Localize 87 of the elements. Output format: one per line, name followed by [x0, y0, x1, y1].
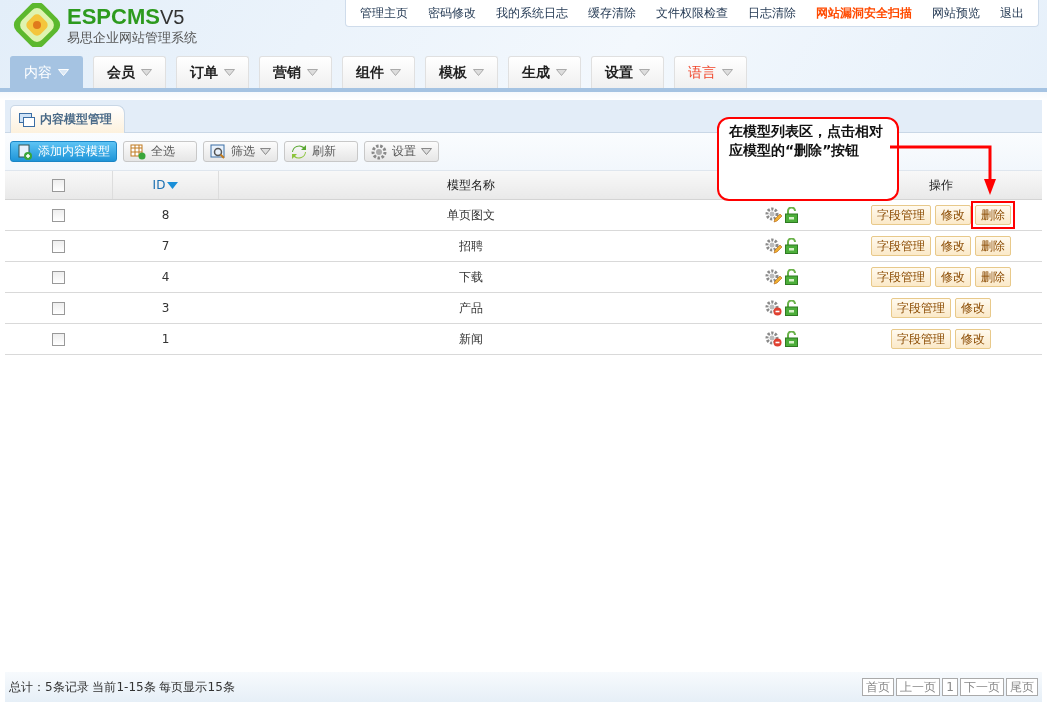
caret-icon — [722, 69, 733, 76]
unlocked-padlock-icon — [785, 331, 798, 347]
sort-down-icon — [167, 181, 179, 189]
top-link[interactable]: 管理主页 — [350, 4, 418, 22]
id-cell: 8 — [161, 208, 170, 222]
nav-tab[interactable]: 生成 — [508, 56, 581, 88]
action-button[interactable]: 修改 — [955, 298, 991, 318]
record-summary: 总计：5条记录 当前1-15条 每页显示15条 — [9, 678, 235, 696]
toolbar-button[interactable]: 刷新 — [284, 141, 358, 162]
row-checkbox[interactable] — [52, 271, 66, 284]
unlocked-padlock-icon — [785, 300, 798, 316]
action-button[interactable]: 字段管理 — [871, 267, 931, 287]
caret-icon — [307, 69, 318, 76]
logo-brand: ESPCMSV5 — [67, 4, 186, 30]
row-checkbox[interactable] — [52, 209, 66, 222]
action-button[interactable]: 修改 — [935, 205, 971, 225]
action-button[interactable]: 修改 — [935, 267, 971, 287]
top-link[interactable]: 退出 — [990, 4, 1034, 22]
id-cell: 7 — [161, 239, 170, 253]
nav-tab[interactable]: 会员 — [93, 56, 166, 88]
action-button[interactable]: 字段管理 — [891, 298, 951, 318]
model-name-cell: 产品 — [458, 300, 483, 315]
pager-button[interactable]: 上一页 — [896, 678, 941, 696]
panel-tab-title: 内容模型管理 — [40, 111, 112, 128]
caret-icon — [639, 69, 650, 76]
nav-tab[interactable]: 营销 — [259, 56, 332, 88]
action-button[interactable]: 修改 — [955, 329, 991, 349]
panel-tab[interactable]: 内容模型管理 — [10, 105, 125, 133]
action-button[interactable]: 字段管理 — [891, 329, 951, 349]
action-button[interactable]: 字段管理 — [871, 236, 931, 256]
action-button[interactable]: 字段管理 — [871, 205, 931, 225]
unlocked-padlock-icon — [785, 238, 798, 254]
model-name-cell: 下载 — [458, 269, 483, 284]
settings-icon — [371, 143, 387, 160]
row-checkbox[interactable] — [52, 302, 66, 315]
row-checkbox[interactable] — [52, 333, 66, 346]
pager-button[interactable]: 尾页 — [1006, 678, 1038, 696]
action-button[interactable]: 删除 — [975, 267, 1011, 287]
toolbar-button[interactable]: 筛选 — [203, 141, 278, 162]
callout-bubble: 在模型列表区，点击相对应模型的“删除”按钮 — [717, 117, 899, 201]
unlocked-padlock-icon — [785, 269, 798, 285]
select-all-checkbox[interactable] — [52, 179, 65, 192]
row-checkbox[interactable] — [52, 240, 66, 253]
id-cell: 4 — [161, 270, 170, 284]
nav-tab[interactable]: 设置 — [591, 56, 664, 88]
toolbar-button[interactable]: 全选 — [123, 141, 197, 162]
top-link[interactable]: 缓存清除 — [578, 4, 646, 22]
action-button[interactable]: 删除 — [975, 236, 1011, 256]
top-link[interactable]: 日志清除 — [738, 4, 806, 22]
toolbar-button[interactable]: 设置 — [364, 141, 439, 162]
caret-icon — [141, 69, 152, 76]
top-link[interactable]: 文件权限检查 — [646, 4, 738, 22]
nav-tab[interactable]: 语言 — [674, 56, 747, 88]
id-cell: 1 — [161, 332, 170, 346]
caret-icon — [421, 148, 432, 155]
caret-icon — [473, 69, 484, 76]
search-icon — [210, 143, 226, 160]
top-link[interactable]: 网站漏洞安全扫描 — [806, 4, 922, 22]
column-header[interactable]: ID — [152, 178, 179, 192]
model-name-cell: 单页图文 — [446, 207, 495, 222]
caret-icon — [556, 69, 567, 76]
logo-subtitle: 易思企业网站管理系统 — [67, 30, 197, 46]
model-name-cell: 招聘 — [458, 238, 483, 253]
pager-button[interactable]: 下一页 — [960, 678, 1004, 696]
caret-icon — [224, 69, 235, 76]
refresh-icon — [291, 143, 307, 160]
column-header: 操作 — [929, 177, 953, 192]
top-link[interactable]: 我的系统日志 — [486, 4, 578, 22]
pager-button[interactable]: 1 — [942, 678, 958, 696]
caret-icon — [390, 69, 401, 76]
model-name-cell: 新闻 — [458, 331, 483, 346]
caret-icon — [260, 148, 271, 155]
table-add-icon — [130, 143, 146, 160]
column-header: 模型名称 — [447, 177, 495, 192]
nav-tab[interactable]: 订单 — [176, 56, 249, 88]
top-link[interactable]: 网站预览 — [922, 4, 990, 22]
top-link[interactable]: 密码修改 — [418, 4, 486, 22]
add-document-icon — [17, 143, 33, 160]
caret-icon — [58, 69, 69, 76]
id-cell: 3 — [161, 301, 170, 315]
action-button[interactable]: 修改 — [935, 236, 971, 256]
unlocked-padlock-icon — [785, 207, 798, 223]
pager-button[interactable]: 首页 — [862, 678, 895, 696]
action-button[interactable]: 删除 — [975, 205, 1011, 225]
nav-tab[interactable]: 模板 — [425, 56, 498, 88]
nav-tab[interactable]: 组件 — [342, 56, 415, 88]
monitor-icon — [19, 112, 35, 127]
